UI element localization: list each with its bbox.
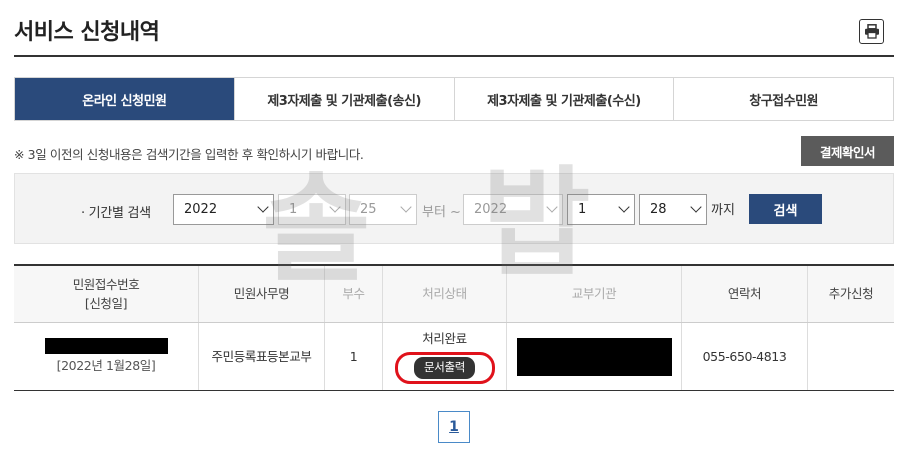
header-receipt-number-label: 민원접수번호 [72,276,140,292]
redacted-issuing-agency [516,337,672,376]
print-button[interactable] [859,19,884,44]
chevron-down-icon [400,201,412,213]
application-table: 민원접수번호 [신청일] 민원사무명 부수 처리상태 교부기관 연락처 추가신청… [14,264,894,391]
tab-third-party-received[interactable]: 제3자제출 및 기관제출(수신) [453,78,674,120]
additional-request-cell [807,323,894,390]
header-application-date-label: [신청일] [84,296,128,311]
from-year-select[interactable]: 2022 [173,194,274,225]
status-cell: 처리완료 문서출력 [382,323,506,390]
header-additional-request: 추가신청 [807,266,894,322]
redacted-receipt-number [44,337,168,354]
tab-third-party-sent[interactable]: 제3자제출 및 기관제출(송신) [233,78,454,120]
to-day-value: 28 [650,202,667,217]
contact-cell: 055-650-4813 [681,323,807,390]
chevron-down-icon [618,201,630,213]
from-month-select[interactable]: 1 [278,194,346,225]
printer-icon [864,24,879,39]
chevron-down-icon [257,201,269,213]
table-row: [2022년 1월28일] 주민등록표등본교부 1 처리완료 문서출력 055-… [14,323,894,391]
application-date: [2022년 1월28일] [56,357,156,373]
service-name-cell: 주민등록표등본교부 [198,323,324,390]
search-button[interactable]: 검색 [749,194,822,224]
header-copies: 부수 [324,266,382,322]
payment-receipt-button[interactable]: 결제확인서 [801,136,894,166]
header-receipt-number: 민원접수번호 [신청일] [14,266,198,322]
to-month-select[interactable]: 1 [567,194,635,225]
chevron-down-icon [546,201,558,213]
tab-online-application[interactable]: 온라인 신청민원 [15,78,234,120]
print-document-button[interactable]: 문서출력 [394,351,495,384]
chevron-down-icon [329,201,341,213]
receipt-number-cell: [2022년 1월28일] [14,323,198,390]
from-year-value: 2022 [184,202,218,217]
to-year-select[interactable]: 2022 [463,194,563,225]
chevron-down-icon [690,201,702,213]
to-suffix: 까지 [711,203,735,218]
from-day-select[interactable]: 25 [349,194,417,225]
print-document-label: 문서출력 [413,356,476,379]
to-month-value: 1 [578,202,587,217]
tab-counter-application[interactable]: 창구접수민원 [673,78,893,120]
status-text: 처리완료 [422,331,467,347]
from-day-value: 25 [360,202,377,217]
notice-text: ※ 3일 이전의 신청내용은 검색기간을 입력한 후 확인하시기 바랍니다. [14,147,364,162]
title-divider [14,55,894,57]
table-header-row: 민원접수번호 [신청일] 민원사무명 부수 처리상태 교부기관 연락처 추가신청 [14,266,894,323]
tab-bar: 온라인 신청민원 제3자제출 및 기관제출(송신) 제3자제출 및 기관제출(수… [14,77,894,121]
from-suffix: 부터 ~ [422,205,461,220]
issuing-agency-cell [506,323,681,390]
to-day-select[interactable]: 28 [639,194,707,225]
from-month-value: 1 [289,202,298,217]
copies-cell: 1 [324,323,382,390]
search-label: · 기간별 검색 [81,206,151,221]
header-contact: 연락처 [681,266,807,322]
page-number-current[interactable]: 1 [438,411,470,443]
period-search-panel: · 기간별 검색 2022 1 25 부터 ~ 2022 1 28 까지 검색 [14,173,894,244]
header-status: 처리상태 [382,266,506,322]
to-year-value: 2022 [474,202,508,217]
page-title: 서비스 신청내역 [14,20,160,45]
header-issuing-agency: 교부기관 [506,266,681,322]
header-service-name: 민원사무명 [198,266,324,322]
